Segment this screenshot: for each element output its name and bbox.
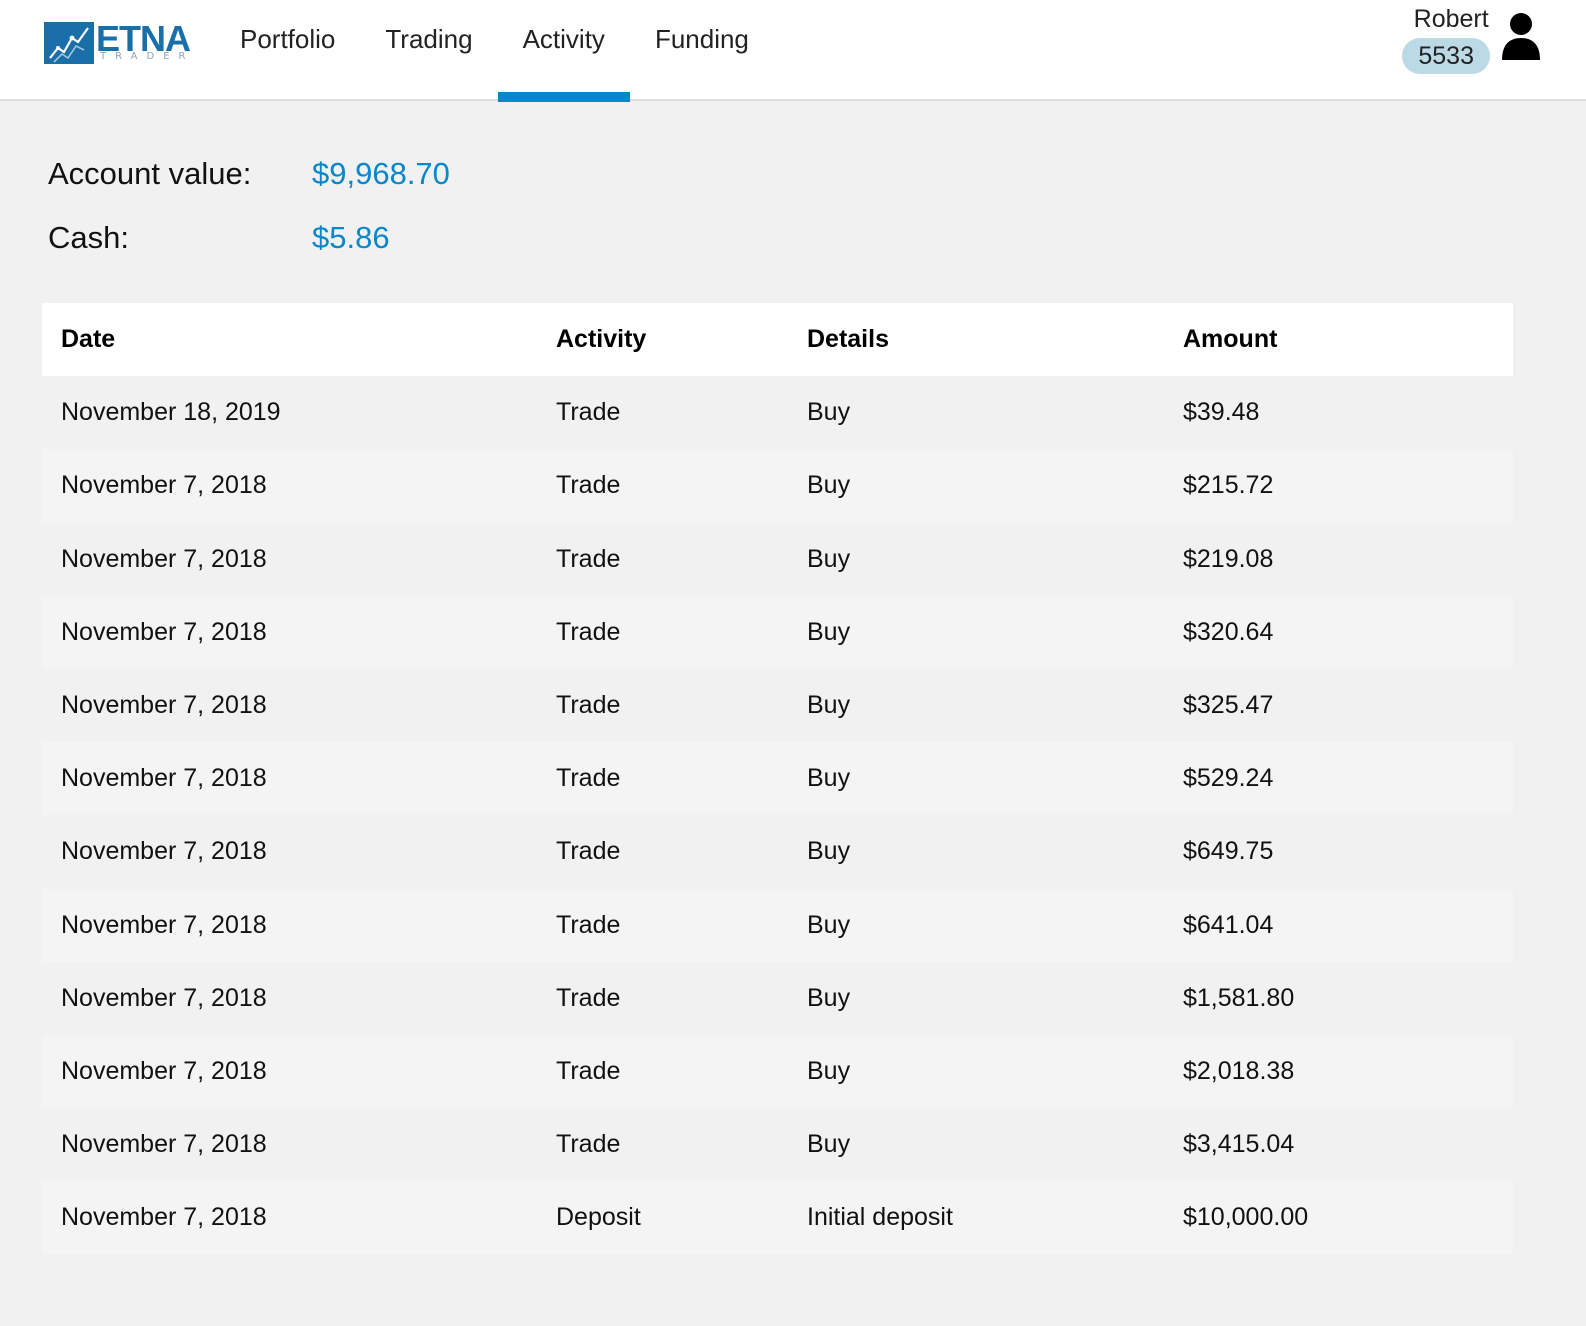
row-details: Buy (807, 544, 851, 573)
row-details: Buy (807, 764, 851, 793)
account-summary: Account value: $9,968.70 Cash: $5.86 (48, 142, 450, 270)
row-details: Buy (807, 983, 851, 1012)
row-activity: Trade (556, 544, 621, 573)
row-activity: Trade (556, 983, 621, 1012)
logo-subtitle: TRADER (100, 51, 195, 62)
row-date: November 7, 2018 (61, 1056, 267, 1085)
table-row: November 7, 2018 Trade Buy $641.04 (42, 888, 1513, 962)
account-value-row: Account value: $9,968.70 (48, 142, 450, 206)
table-row: November 7, 2018 Trade Buy $320.64 (42, 595, 1513, 669)
table-row: November 7, 2018 Trade Buy $1,581.80 (42, 961, 1513, 1035)
main-nav: Portfolio Trading Activity Funding (215, 0, 774, 102)
column-header-amount[interactable]: Amount (1183, 325, 1513, 354)
account-badge: 5533 (1402, 38, 1490, 74)
table-row: November 18, 2019 Trade Buy $39.48 (42, 376, 1513, 450)
account-value: $9,968.70 (312, 156, 450, 191)
table-row: November 7, 2018 Trade Buy $215.72 (42, 449, 1513, 523)
user-name: Robert (1413, 5, 1489, 33)
row-date: November 7, 2018 (61, 544, 267, 573)
row-amount: $39.48 (1183, 398, 1260, 427)
column-header-activity[interactable]: Activity (556, 325, 807, 354)
activity-table: Date Activity Details Amount November 18… (42, 303, 1513, 1255)
row-date: November 7, 2018 (61, 471, 267, 500)
user-icon[interactable] (1500, 12, 1542, 62)
nav-trading[interactable]: Trading (360, 0, 497, 101)
table-row: November 7, 2018 Trade Buy $2,018.38 (42, 1034, 1513, 1109)
row-amount: $529.24 (1183, 764, 1274, 793)
row-date: November 7, 2018 (61, 691, 267, 720)
table-row: November 7, 2018 Trade Buy $529.24 (42, 742, 1513, 816)
row-activity: Trade (556, 1130, 621, 1159)
nav-activity[interactable]: Activity (497, 0, 631, 102)
row-date: November 7, 2018 (61, 1130, 267, 1159)
table-row: November 7, 2018 Deposit Initial deposit… (42, 1181, 1513, 1255)
row-date: November 7, 2018 (61, 617, 267, 646)
row-activity: Trade (556, 910, 621, 939)
row-amount: $219.08 (1183, 544, 1274, 573)
row-activity: Trade (556, 398, 621, 427)
table-row: November 7, 2018 Trade Buy $219.08 (42, 522, 1513, 596)
row-details: Buy (807, 1130, 851, 1159)
table-row: November 7, 2018 Trade Buy $649.75 (42, 815, 1513, 889)
logo-mark-icon (44, 22, 94, 64)
row-amount: $325.47 (1183, 691, 1274, 720)
row-date: November 7, 2018 (61, 1203, 267, 1232)
row-amount: $2,018.38 (1183, 1056, 1295, 1085)
row-date: November 7, 2018 (61, 983, 267, 1012)
row-details: Buy (807, 617, 851, 646)
etna-logo[interactable]: ETNA TRADER (44, 18, 195, 68)
row-date: November 7, 2018 (61, 837, 267, 866)
row-date: November 7, 2018 (61, 910, 267, 939)
row-activity: Trade (556, 471, 621, 500)
row-activity: Trade (556, 691, 621, 720)
row-date: November 7, 2018 (61, 764, 267, 793)
row-amount: $649.75 (1183, 837, 1274, 866)
row-details: Buy (807, 837, 851, 866)
row-activity: Trade (556, 837, 621, 866)
top-navigation-bar: ETNA TRADER Portfolio Trading Activity F… (0, 0, 1586, 102)
column-header-details[interactable]: Details (807, 325, 1183, 354)
row-activity: Trade (556, 764, 621, 793)
row-amount: $215.72 (1183, 471, 1274, 500)
row-date: November 18, 2019 (61, 398, 281, 427)
row-details: Buy (807, 471, 851, 500)
row-activity: Deposit (556, 1203, 641, 1232)
row-details: Buy (807, 910, 851, 939)
row-amount: $3,415.04 (1183, 1130, 1295, 1159)
row-details: Buy (807, 398, 851, 427)
table-row: November 7, 2018 Trade Buy $325.47 (42, 668, 1513, 743)
user-menu[interactable]: Robert 5533 (1402, 4, 1490, 74)
row-amount: $641.04 (1183, 910, 1274, 939)
nav-funding[interactable]: Funding (630, 0, 774, 101)
cash-value: $5.86 (312, 220, 390, 255)
cash-row: Cash: $5.86 (48, 206, 450, 270)
nav-portfolio[interactable]: Portfolio (215, 0, 360, 101)
row-amount: $1,581.80 (1183, 983, 1295, 1012)
column-header-date[interactable]: Date (42, 325, 556, 354)
table-row: November 7, 2018 Trade Buy $3,415.04 (42, 1108, 1513, 1182)
row-details: Initial deposit (807, 1203, 953, 1232)
row-amount: $320.64 (1183, 617, 1274, 646)
row-details: Buy (807, 691, 851, 720)
row-activity: Trade (556, 1056, 621, 1085)
row-details: Buy (807, 1056, 851, 1085)
row-amount: $10,000.00 (1183, 1203, 1309, 1232)
account-value-label: Account value: (48, 156, 252, 191)
row-activity: Trade (556, 617, 621, 646)
table-header: Date Activity Details Amount (42, 303, 1513, 377)
cash-label: Cash: (48, 220, 129, 255)
